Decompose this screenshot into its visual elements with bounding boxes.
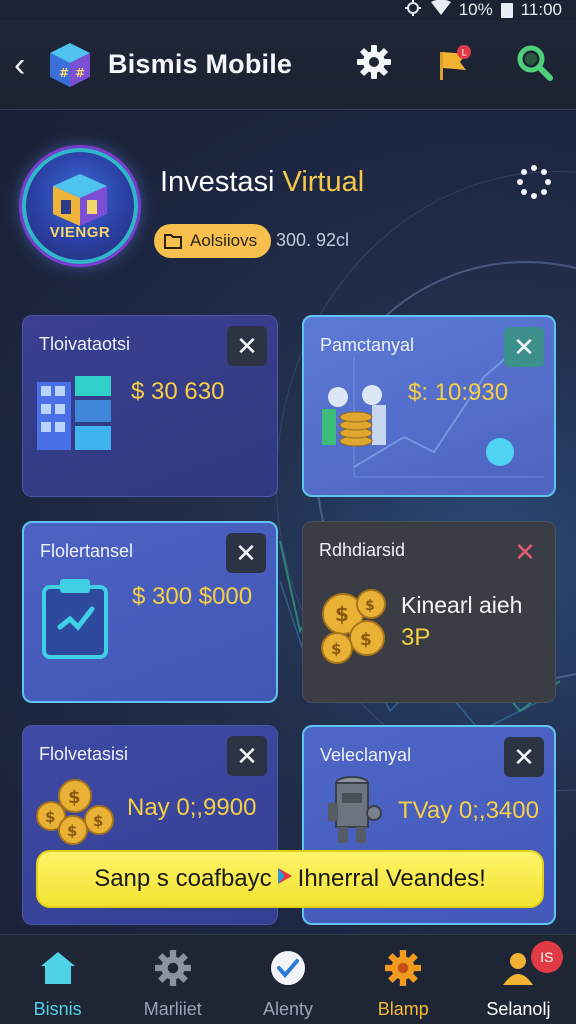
svg-text:$: $ [331,640,341,658]
close-icon[interactable]: ✕ [226,533,266,573]
nav-item-alenty[interactable]: Alenty [230,935,345,1024]
card-value: Nay 0;,9900 [127,794,257,821]
svg-text:$: $ [365,598,375,614]
investment-card[interactable]: Pamctanyal ✕ $: 10:930 [302,315,556,497]
chevron-left-icon[interactable]: ‹ [14,48,38,82]
search-icon [517,45,553,81]
dotted-circle-icon [517,165,551,199]
main-content: VIENGR Investasi Virtual Aolsiiovs 300. … [0,111,576,934]
flag-notification-icon: L [440,45,471,80]
building-bars-icon [37,376,111,450]
nav-label: Alenty [262,999,314,1019]
investment-card[interactable]: Tloivataotsi ✕ $ 30 630 [22,315,278,497]
close-icon[interactable]: ✕ [504,737,544,777]
investment-card[interactable]: Rdhdiarsid ✕ $ $ $ $ Kinearl aieh 3P [302,521,556,703]
battery-icon [500,2,513,18]
nav-label: Bisnis [33,999,82,1019]
card-label: Pamctanyal [320,335,415,355]
battery-percent: 10% [458,0,493,19]
card-label: Flolvetasisi [39,744,129,764]
nav-label: Selanolj [486,999,551,1019]
close-icon[interactable]: ✕ [227,326,267,366]
nav-label: Marliiet [143,999,202,1019]
svg-text:#: # [75,66,85,80]
card-title: Kinearl aieh [401,592,523,618]
clipboard-check-icon [42,579,108,659]
card-value: $: 10:930 [408,379,509,406]
nav-item-blamp[interactable]: Blamp [346,935,461,1024]
settings-button[interactable] [354,42,394,82]
card-value: $ 300 $000 [132,583,253,610]
svg-text:$: $ [68,787,81,808]
title-prefix: Investasi [160,166,275,198]
clock: 11:00 [520,0,562,19]
nav-item-selanolj[interactable]: IS Selanolj [461,935,576,1024]
svg-text:$: $ [360,630,372,650]
cube-logo-icon: # # [46,41,94,89]
card-label: Rdhdiarsid [319,540,406,560]
app-title: Bismis Mobile [108,49,293,79]
folder-icon [164,234,182,249]
gold-coins-icon: $ $ $ $ [36,779,114,845]
notifications-button[interactable]: L [434,42,474,82]
svg-text:#: # [59,66,69,80]
notification-badge: IS [530,941,563,973]
nav-item-bisnis[interactable]: Bisnis [0,935,115,1024]
card-value: TVay 0;,3400 [398,797,539,824]
wifi-icon [430,0,451,21]
card-value: $ 30 630 [131,378,225,405]
svg-text:L: L [462,49,467,59]
svg-text:$: $ [45,808,55,826]
promo-text-left: Sanp s coafbayc [94,865,272,892]
brightness-icon [403,0,423,21]
close-icon[interactable]: ✕ [505,532,545,572]
close-icon[interactable]: ✕ [504,327,544,367]
status-badge[interactable]: Aolsiiovs [154,224,272,258]
svg-text:$: $ [93,812,103,830]
badge-label: Aolsiiovs [190,231,258,250]
search-button[interactable] [514,42,554,82]
bottom-nav: Bisnis Marliiet Alenty Blamp IS Selanolj [0,934,576,1024]
page-title: Investasi Virtual [160,166,364,199]
svg-text:$: $ [67,822,77,840]
svg-text:$: $ [335,602,349,626]
gear-icon [357,45,391,79]
avatar-label: VIENGR [49,223,111,241]
robot-icon [328,776,382,843]
promo-text-right: Ihnerral Veandes! [297,865,486,892]
profile-value: 300. 92cl [276,230,350,250]
gear-icon [154,949,192,987]
avatar[interactable]: VIENGR [22,148,138,264]
promo-banner[interactable]: Sanp s coafbayc Ihnerral Veandes! [36,850,544,908]
close-icon[interactable]: ✕ [227,736,267,776]
cube-logo-icon [53,173,107,226]
status-bar: 10% 11:00 [0,0,576,20]
nav-label: Blamp [377,999,429,1019]
home-icon [39,949,77,987]
check-circle-icon [269,949,307,987]
play-icon [276,866,294,892]
title-highlight: Virtual [282,166,365,198]
app-bar: ‹ # # Bismis Mobile L [0,20,576,110]
more-button[interactable] [516,164,552,200]
gear-orange-icon [384,949,422,987]
nav-item-marliiet[interactable]: Marliiet [115,935,230,1024]
investment-card[interactable]: Flolertansel ✕ $ 300 $000 [22,521,278,703]
card-label: Tloivataotsi [39,334,131,354]
gold-coins-icon: $ $ $ $ [321,589,386,664]
profile-header: VIENGR Investasi Virtual Aolsiiovs 300. … [22,148,552,273]
card-value: 3P [401,624,431,651]
coins-chart-icon [322,385,386,447]
card-label: Flolertansel [40,541,134,561]
card-label: Veleclanyal [320,745,412,765]
